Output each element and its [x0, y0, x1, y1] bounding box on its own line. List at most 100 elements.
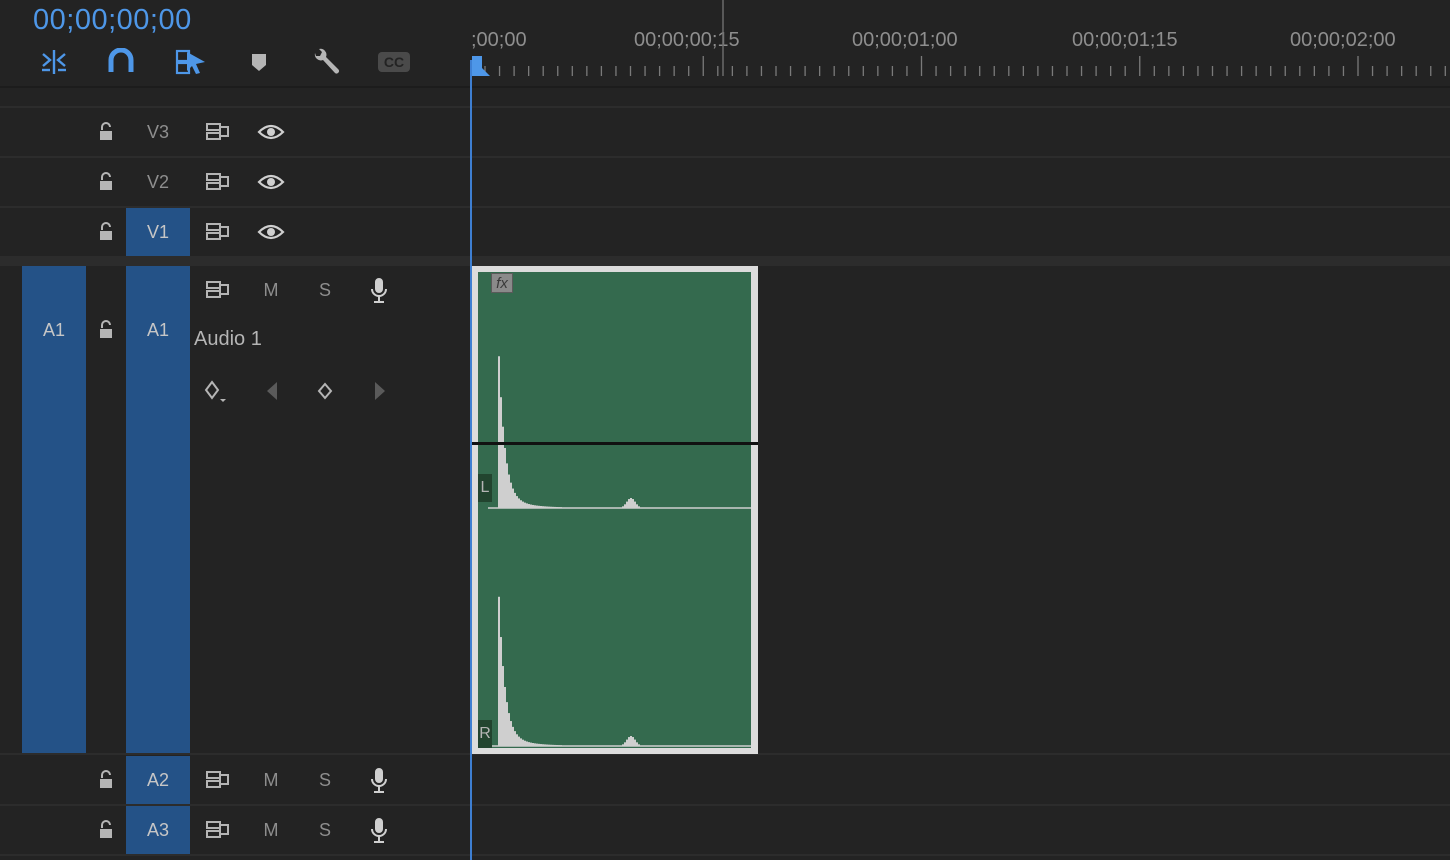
time-ruler[interactable]: ;00;00 00;00;00;15 00;00;01;00 00;00;01;… [471, 0, 1450, 86]
waveform-bar [504, 447, 506, 508]
solo-button-a2[interactable]: S [313, 770, 337, 791]
mute-button-a1[interactable]: M [259, 280, 283, 301]
closed-captions-button[interactable]: CC [374, 46, 414, 78]
unlock-icon [100, 320, 112, 338]
voiceover-record-a1[interactable] [361, 275, 397, 305]
linked-selection-button[interactable] [172, 46, 208, 78]
keyframe-dropdown-icon [204, 380, 226, 402]
channel-label-right: R [478, 720, 492, 748]
sync-lock-icon [206, 771, 229, 788]
waveform-bar [628, 499, 630, 508]
mute-button-a3[interactable]: M [259, 820, 283, 841]
source-patch-a1[interactable]: A1 [22, 266, 86, 753]
waveform-bar [508, 713, 510, 746]
waveform-bar [514, 492, 516, 508]
eye-icon [257, 224, 285, 240]
microphone-icon [371, 768, 387, 793]
show-keyframes-menu[interactable] [198, 376, 234, 406]
toggle-sync-lock-a2[interactable] [200, 765, 236, 795]
add-marker-icon [252, 54, 266, 71]
waveform-bar [634, 501, 636, 508]
waveform-bar [630, 498, 632, 508]
waveform-bar [632, 499, 634, 508]
solo-button-a1[interactable]: S [313, 280, 337, 301]
add-marker-button[interactable] [241, 46, 277, 78]
waveform-bar [520, 738, 522, 746]
track-target-v2[interactable]: V2 [126, 158, 190, 206]
chevron-right-icon [375, 382, 385, 400]
toggle-track-output-v3[interactable] [253, 117, 289, 147]
eye-icon [257, 174, 285, 190]
sync-lock-icon [206, 123, 229, 140]
toggle-sync-lock-a1[interactable] [200, 275, 236, 305]
channel-label-left: L [478, 474, 492, 502]
waveform-bar [522, 739, 524, 746]
toggle-track-output-v2[interactable] [253, 167, 289, 197]
timeline-settings-button[interactable] [308, 46, 344, 78]
toggle-sync-lock-v3[interactable] [200, 117, 236, 147]
track-lock-toggle-v2[interactable] [88, 167, 124, 197]
snap-button[interactable] [103, 46, 139, 78]
sync-lock-icon [206, 173, 229, 190]
voiceover-record-a2[interactable] [361, 765, 397, 795]
track-label: A1 [146, 320, 170, 340]
waveform-bar [518, 736, 520, 746]
timecode-display[interactable]: 00;00;00;00 [33, 4, 192, 37]
clip-body: fx L R [478, 272, 751, 748]
waveform-bar [626, 739, 628, 746]
track-target-a2[interactable]: A2 [126, 756, 190, 804]
track-target-v1[interactable]: V1 [126, 208, 190, 256]
waveform-bar [524, 502, 526, 508]
playhead-line[interactable] [470, 60, 472, 860]
track-label: V2 [146, 171, 170, 192]
toggle-sync-lock-v1[interactable] [200, 217, 236, 247]
voiceover-record-a3[interactable] [361, 815, 397, 845]
fx-badge[interactable]: fx [491, 273, 513, 293]
unlock-icon [100, 222, 112, 240]
waveform-bar [628, 737, 630, 746]
track-lock-toggle-v1[interactable] [88, 217, 124, 247]
audio-waveform [488, 356, 751, 747]
track-lock-toggle-a1[interactable] [88, 315, 124, 345]
linked-selection-icon [175, 49, 205, 75]
track-target-a3[interactable]: A3 [126, 806, 190, 854]
waveform-bar [632, 737, 634, 746]
track-divider [0, 804, 1450, 806]
track-lock-toggle-a2[interactable] [88, 765, 124, 795]
waveform-bar [506, 463, 508, 508]
microphone-icon [371, 818, 387, 843]
toggle-sync-lock-a3[interactable] [200, 815, 236, 845]
track-lock-toggle-v3[interactable] [88, 117, 124, 147]
insert-overwrite-button[interactable] [36, 46, 72, 78]
waveform-bar [634, 739, 636, 746]
track-label: V1 [146, 221, 170, 242]
unlock-icon [100, 122, 112, 140]
track-target-a1[interactable]: A1 [126, 266, 190, 753]
waveform-bar [516, 734, 518, 746]
video-audio-divider [0, 256, 1450, 266]
track-divider [0, 206, 1450, 208]
closed-captions-icon: CC [378, 52, 410, 72]
sync-lock-icon [206, 223, 229, 240]
insert-overwrite-icon [42, 50, 66, 74]
track-lock-toggle-a3[interactable] [88, 815, 124, 845]
playhead-handle[interactable] [471, 54, 491, 78]
volume-rubber-band[interactable] [472, 442, 758, 445]
track-name-a1[interactable]: Audio 1 [194, 328, 262, 351]
waveform-bar [508, 474, 510, 508]
track-target-v3[interactable]: V3 [126, 108, 190, 156]
solo-button-a3[interactable]: S [313, 820, 337, 841]
waveform-bar [502, 426, 504, 508]
next-keyframe-button[interactable] [362, 376, 398, 406]
toggle-track-output-v1[interactable] [253, 217, 289, 247]
toggle-sync-lock-v2[interactable] [200, 167, 236, 197]
mute-button-a2[interactable]: M [259, 770, 283, 791]
waveform-bar [522, 501, 524, 508]
previous-keyframe-button[interactable] [254, 376, 290, 406]
track-label: V3 [146, 121, 170, 142]
audio-clip[interactable]: fx L R [472, 266, 758, 754]
waveform-bar [500, 637, 502, 746]
waveform-bar [504, 686, 506, 746]
waveform-bar [630, 736, 632, 746]
add-keyframe-button[interactable] [307, 376, 343, 406]
